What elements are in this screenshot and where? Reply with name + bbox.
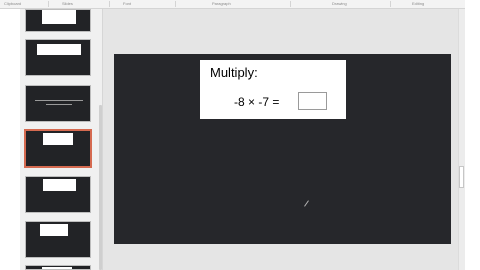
ribbon-group-editing: Editing xyxy=(412,1,425,6)
question-text-box[interactable]: Multiply: -8 × -7 = xyxy=(200,60,346,119)
thumbnail-text-line xyxy=(35,100,83,101)
thumbnail-text-card xyxy=(37,44,81,55)
thumbnail-text-line xyxy=(46,104,72,105)
slide-thumbnail[interactable] xyxy=(25,9,91,32)
ribbon-separator xyxy=(109,1,110,7)
thumbnail-pane-scroll-thumb[interactable] xyxy=(99,105,102,270)
ribbon-group-drawing: Drawing xyxy=(332,1,347,6)
ribbon-group-slides: Slides xyxy=(62,1,73,6)
slide-thumbnail[interactable] xyxy=(25,265,91,270)
thumbnail-text-card xyxy=(43,133,73,145)
slide-scroll-thumb[interactable] xyxy=(459,166,464,188)
window-left-margin xyxy=(0,9,20,270)
window-right-margin xyxy=(465,0,480,270)
math-expression: -8 × -7 = xyxy=(234,95,280,109)
ribbon-group-clipboard: Clipboard xyxy=(4,1,22,6)
thumbnail-text-card xyxy=(42,10,76,24)
slide-thumbnail[interactable] xyxy=(25,221,91,258)
thumbnail-text-card xyxy=(40,224,68,236)
answer-box[interactable] xyxy=(298,92,327,110)
slide-thumbnail[interactable] xyxy=(25,85,91,122)
question-prompt: Multiply: xyxy=(210,65,258,80)
slide-thumbnail[interactable] xyxy=(25,176,91,213)
ribbon-group-font: Font xyxy=(123,1,132,6)
ribbon-separator xyxy=(390,1,391,7)
ribbon-separator xyxy=(48,1,49,7)
ribbon-separator xyxy=(290,1,291,7)
ribbon-separator xyxy=(175,1,176,7)
slide-thumbnail[interactable] xyxy=(25,39,91,76)
ribbon-group-bar: Clipboard Slides Font Paragraph Drawing … xyxy=(0,0,480,9)
slide-vertical-scrollbar[interactable] xyxy=(458,9,465,270)
ribbon-group-paragraph: Paragraph xyxy=(212,1,231,6)
slide-thumbnail-selected[interactable] xyxy=(24,129,92,168)
thumbnail-text-card xyxy=(43,179,76,191)
